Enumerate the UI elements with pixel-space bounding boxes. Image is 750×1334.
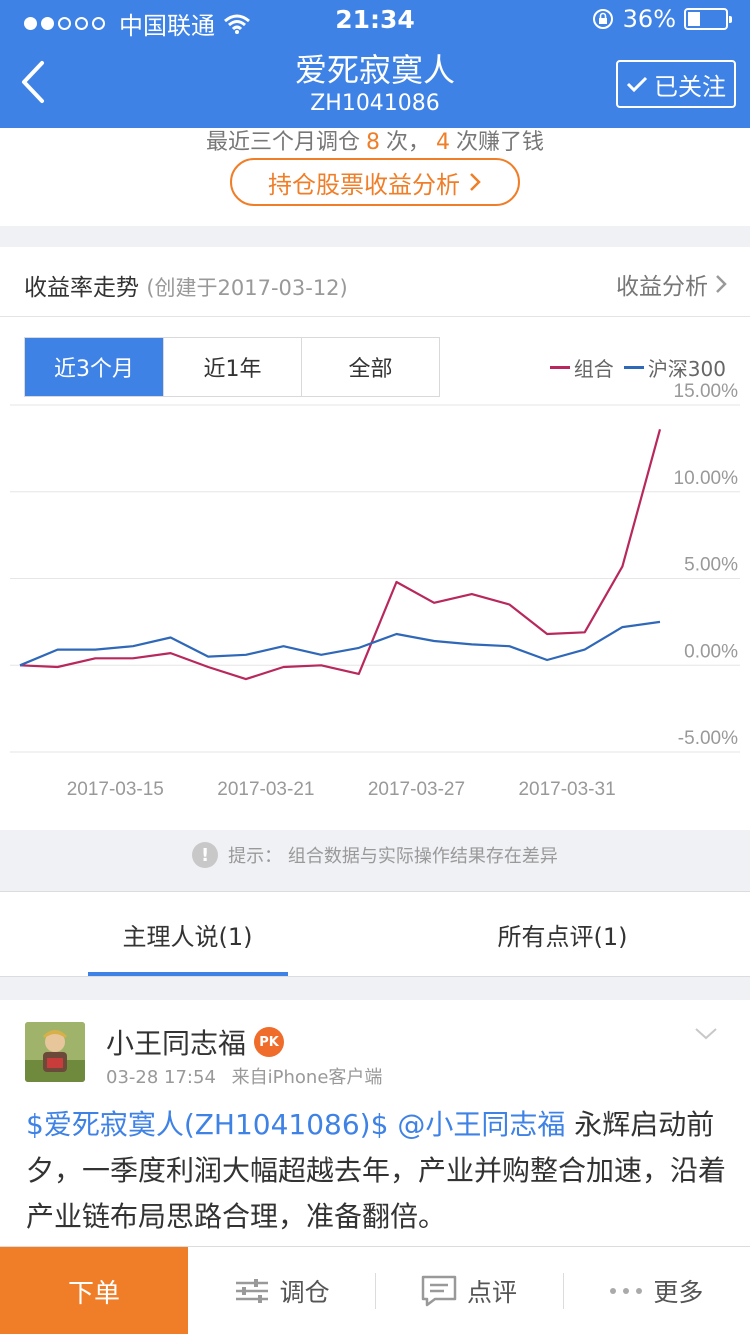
trend-card: 收益率走势 (创建于2017-03-12) 收益分析 近3个月 近1年 全部 组… bbox=[0, 247, 750, 830]
return-analysis-link[interactable]: 收益分析 bbox=[616, 267, 728, 301]
nav-bar: 中国联通 21:34 36% 爱死寂寞人 ZH1041086 已关注 bbox=[0, 0, 750, 128]
rotation-lock-icon bbox=[592, 9, 613, 29]
y-tick-label: 5.00% bbox=[684, 555, 738, 576]
legend-index-swatch bbox=[623, 366, 644, 369]
pk-badge: PK bbox=[254, 1027, 285, 1057]
adjust-button[interactable]: 调仓 bbox=[188, 1247, 375, 1334]
return-chart: 15.00% 10.00% 5.00% 0.00% -5.00% 2017-03-15 20… bbox=[10, 381, 740, 800]
comment-icon bbox=[421, 1275, 457, 1306]
created-date: (创建于2017-03-12) bbox=[146, 276, 348, 300]
legend-portfolio-swatch bbox=[549, 366, 570, 369]
more-dots-icon bbox=[610, 1287, 643, 1294]
notice-text: 提示： 组合数据与实际操作结果存在差异 bbox=[228, 846, 558, 867]
summary-card: 最近三个月调仓 8 次， 4 次赚了钱 持仓股票收益分析 bbox=[0, 128, 750, 226]
follow-button[interactable]: 已关注 bbox=[616, 60, 736, 108]
post-source: 来自iPhone客户端 bbox=[231, 1067, 383, 1088]
more-button[interactable]: 更多 bbox=[562, 1247, 750, 1334]
post-date: 03-28 17:54 bbox=[106, 1067, 216, 1088]
x-tick-label: 2017-03-27 bbox=[368, 779, 465, 800]
post-card: 小王同志福 PK 03-28 17:54 来自iPhone客户端 $爱死寂寞人(… bbox=[0, 1000, 750, 1260]
x-tick-label: 2017-03-21 bbox=[217, 779, 314, 800]
battery-percent: 36% bbox=[622, 5, 676, 33]
y-tick-label: 10.00% bbox=[674, 468, 739, 489]
tab-all-comments[interactable]: 所有点评(1) bbox=[375, 892, 750, 976]
battery-icon bbox=[684, 8, 732, 30]
post-author[interactable]: 小王同志福 PK bbox=[106, 1022, 285, 1062]
y-tick-label: -5.00% bbox=[678, 728, 738, 749]
avatar[interactable] bbox=[25, 1022, 85, 1082]
chevron-right-icon bbox=[470, 173, 481, 191]
data-notice: ! 提示： 组合数据与实际操作结果存在差异 bbox=[0, 838, 750, 872]
comment-button[interactable]: 点评 bbox=[375, 1247, 562, 1334]
follow-label: 已关注 bbox=[654, 72, 726, 101]
bottom-action-bar: 下单 调仓 点评 更多 bbox=[0, 1246, 750, 1334]
post-body: $爱死寂寞人(ZH1041086)$ @小王同志福 永辉启动前夕，一季度利润大幅… bbox=[26, 1102, 726, 1240]
chevron-down-icon[interactable] bbox=[694, 1026, 718, 1042]
comment-tabs: 主理人说(1) 所有点评(1) bbox=[0, 891, 750, 977]
trend-title: 收益率走势 (创建于2017-03-12) bbox=[24, 275, 348, 301]
x-tick-label: 2017-03-15 bbox=[67, 779, 164, 800]
chevron-right-icon bbox=[716, 275, 727, 293]
adjust-summary: 最近三个月调仓 8 次， 4 次赚了钱 bbox=[205, 130, 545, 155]
y-tick-label: 0.00% bbox=[684, 641, 738, 662]
post-meta: 03-28 17:54 来自iPhone客户端 bbox=[106, 1063, 392, 1089]
x-tick-label: 2017-03-31 bbox=[518, 779, 615, 800]
exclamation-icon: ! bbox=[192, 842, 219, 868]
check-icon bbox=[626, 76, 648, 93]
tab-manager-says[interactable]: 主理人说(1) bbox=[0, 892, 375, 976]
profit-count: 4 bbox=[436, 130, 450, 155]
status-right: 36% bbox=[591, 5, 732, 33]
holding-analysis-button[interactable]: 持仓股票收益分析 bbox=[230, 158, 520, 206]
sliders-icon bbox=[235, 1278, 268, 1303]
holding-analysis-label: 持仓股票收益分析 bbox=[268, 170, 460, 199]
trend-header: 收益率走势 (创建于2017-03-12) 收益分析 bbox=[0, 247, 750, 317]
portfolio-link[interactable]: $爱死寂寞人(ZH1041086)$ bbox=[26, 1108, 388, 1141]
series-line bbox=[19, 429, 662, 681]
order-button[interactable]: 下单 bbox=[0, 1247, 188, 1334]
y-tick-label: 15.00% bbox=[674, 381, 739, 402]
mention-link[interactable]: @小王同志福 bbox=[397, 1108, 565, 1141]
adjust-count: 8 bbox=[365, 130, 380, 155]
status-bar: 中国联通 21:34 36% bbox=[0, 0, 750, 42]
